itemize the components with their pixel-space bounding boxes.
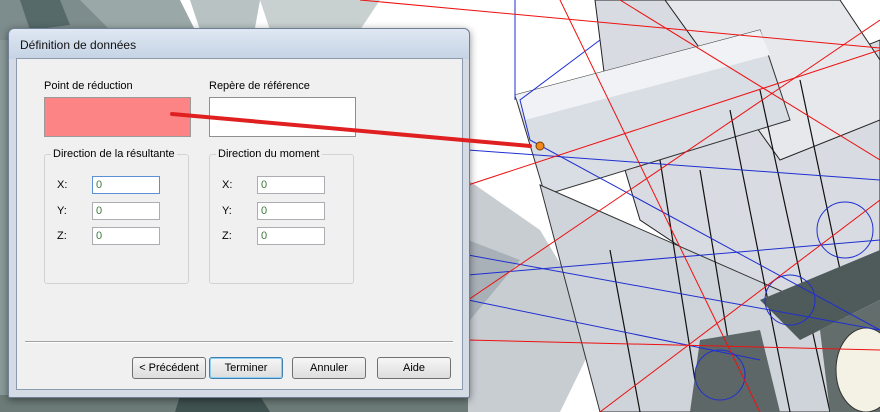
- reduction-point-label: Point de réduction: [44, 80, 133, 92]
- moment-direction-legend: Direction du moment: [216, 148, 322, 160]
- moment-y-label: Y:: [222, 205, 232, 217]
- data-definition-dialog: Définition de données Point de réduction…: [8, 28, 470, 398]
- resultant-z-label: Z:: [57, 230, 67, 242]
- moment-z-label: Z:: [222, 230, 232, 242]
- moment-z-input[interactable]: [257, 227, 325, 245]
- resultant-x-label: X:: [57, 179, 68, 191]
- reference-frame-field[interactable]: [209, 97, 356, 137]
- resultant-direction-legend: Direction de la résultante: [51, 148, 177, 160]
- reduction-point-field[interactable]: [44, 97, 191, 137]
- title-bar[interactable]: Définition de données: [9, 29, 469, 59]
- reference-frame-label: Repère de référence: [209, 80, 310, 92]
- cancel-button[interactable]: Annuler: [292, 357, 366, 379]
- moment-y-input[interactable]: [257, 202, 325, 220]
- resultant-z-input[interactable]: [92, 227, 160, 245]
- selected-point-marker: [535, 141, 545, 151]
- resultant-x-input[interactable]: [92, 176, 160, 194]
- button-separator: [25, 341, 453, 343]
- moment-x-input[interactable]: [257, 176, 325, 194]
- finish-button[interactable]: Terminer: [209, 357, 283, 379]
- resultant-y-input[interactable]: [92, 202, 160, 220]
- resultant-direction-group: Direction de la résultante X: Y: Z:: [44, 148, 189, 284]
- resultant-y-label: Y:: [57, 205, 67, 217]
- moment-direction-group: Direction du moment X: Y: Z:: [209, 148, 354, 284]
- dialog-body: Point de réduction Repère de référence D…: [16, 58, 463, 390]
- window-title: Définition de données: [20, 38, 137, 52]
- moment-x-label: X:: [222, 179, 233, 191]
- previous-button[interactable]: < Précédent: [132, 357, 206, 379]
- help-button[interactable]: Aide: [377, 357, 451, 379]
